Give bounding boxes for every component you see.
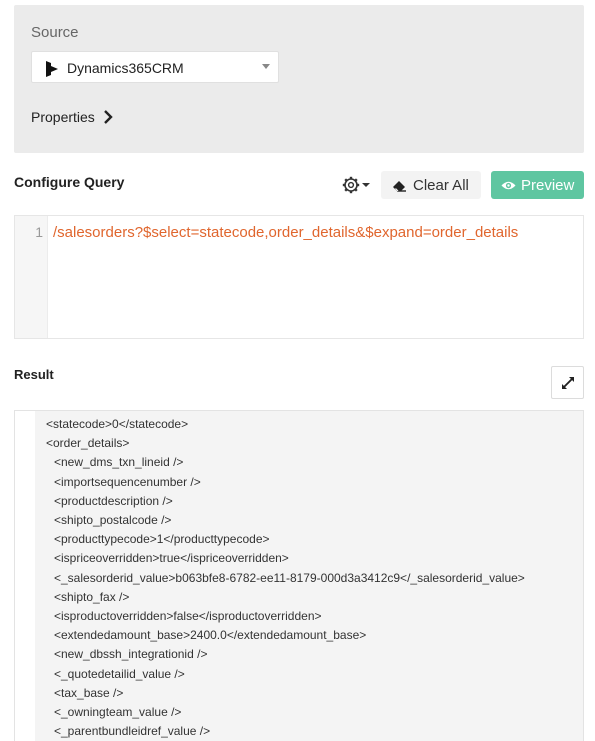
expand-icon (561, 376, 574, 389)
xml-line: <shipto_fax /> (54, 589, 130, 604)
caret-down-icon (262, 64, 270, 69)
xml-line: <isproductoverridden>false</isproductove… (54, 609, 322, 623)
xml-line: <new_dbssh_integrationid /> (54, 647, 208, 662)
clear-all-label: Clear All (413, 176, 469, 194)
preview-button[interactable]: Preview (491, 171, 584, 199)
result-output[interactable]: <statecode>0</statecode> <order_details> <… (14, 410, 584, 741)
expand-result-button[interactable] (551, 366, 584, 399)
caret-down-icon (362, 183, 370, 187)
source-panel: Source Dynamics365CRM Properties (14, 5, 584, 153)
xml-line: <tax_base /> (54, 685, 124, 700)
eye-icon (501, 181, 516, 189)
query-editor[interactable]: 1 /salesorders?$select=statecode,order_d… (14, 215, 584, 339)
xml-line: <ispriceoverridden>true</ispriceoverridd… (54, 551, 289, 566)
eraser-icon (393, 180, 406, 192)
settings-dropdown-button[interactable] (340, 174, 374, 196)
chevron-right-icon (103, 110, 113, 124)
xml-line: <_owningteam_value /> (54, 705, 182, 719)
query-text[interactable]: /salesorders?$select=statecode,order_det… (53, 224, 518, 241)
xml-line: <producttypecode>1</producttypecode> (54, 532, 270, 547)
xml-line: <_parentbundleidref_value /> (54, 724, 211, 739)
xml-line: <importsequencenumber /> (54, 474, 201, 489)
source-select-value: Dynamics365CRM (67, 60, 184, 76)
properties-label: Properties (31, 109, 95, 125)
source-select[interactable]: Dynamics365CRM (31, 51, 279, 83)
xml-line: <productdescription /> (54, 493, 173, 508)
dynamics365-icon (46, 61, 58, 77)
properties-toggle[interactable]: Properties (31, 109, 113, 125)
configure-query-title: Configure Query (14, 174, 125, 190)
result-title: Result (14, 367, 54, 382)
xml-line: <shipto_postalcode /> (54, 513, 172, 527)
xml-line: <_quotedetailid_value /> (54, 666, 185, 681)
preview-label: Preview (521, 176, 575, 194)
xml-line: <order_details> (46, 436, 130, 451)
gear-icon (342, 176, 370, 194)
xml-line: <extendedamount_base>2400.0</extendedamo… (54, 628, 367, 643)
editor-gutter: 1 (15, 216, 48, 338)
source-label: Source (31, 24, 79, 41)
line-number: 1 (35, 224, 43, 240)
xml-line: <new_dms_txn_lineid /> (54, 455, 184, 470)
result-gutter (15, 411, 35, 741)
clear-all-button[interactable]: Clear All (381, 171, 481, 199)
xml-line: <statecode>0</statecode> (46, 417, 189, 431)
xml-line: <_salesorderid_value>b063bfe8-6782-ee11-… (54, 570, 525, 585)
